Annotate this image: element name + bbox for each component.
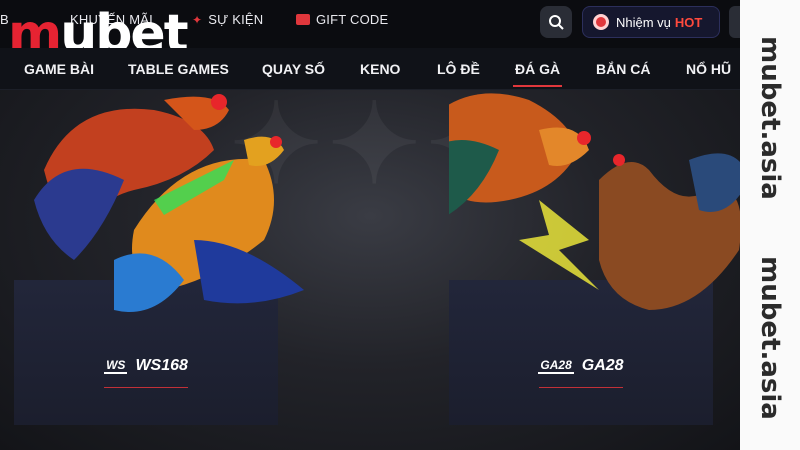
- target-icon: [593, 14, 609, 30]
- hot-badge: HOT: [674, 14, 703, 30]
- brand-underline: [104, 387, 188, 388]
- provider-name-ga28: GA28: [581, 357, 624, 374]
- top-link-events[interactable]: ✦ SỰ KIỆN: [192, 12, 263, 27]
- search-icon: [549, 15, 564, 30]
- provider-brand-ws168: WS WS168: [14, 357, 278, 375]
- brand-underline: [539, 387, 623, 388]
- rooster-illustration: [449, 93, 740, 310]
- nav-no-hu[interactable]: NỔ HŨ: [686, 61, 731, 77]
- star-icon: ✦: [192, 12, 203, 27]
- nav-lo-de[interactable]: LÔ ĐỀ: [437, 61, 480, 77]
- nav-quay-so[interactable]: QUAY SỐ: [262, 61, 325, 77]
- rooster-illustration: [34, 94, 304, 312]
- watermark-text-top: mubet.asia: [755, 36, 785, 200]
- mission-button[interactable]: Nhiệm vụ HOT: [582, 6, 720, 38]
- nav-ban-ca[interactable]: BẮN CÁ: [596, 61, 650, 77]
- provider-card-ws168[interactable]: WS WS168: [14, 90, 304, 430]
- main-nav: GAME BÀI TABLE GAMES QUAY SỐ KENO LÔ ĐỀ …: [0, 48, 740, 90]
- gift-icon: [296, 14, 310, 25]
- search-button[interactable]: [540, 6, 572, 38]
- provider-card-ga28[interactable]: GA28 GA28: [449, 90, 740, 430]
- ws168-logo-mark: WS: [104, 358, 128, 374]
- nav-game-bai[interactable]: GAME BÀI: [24, 61, 94, 77]
- nav-da-ga[interactable]: ĐÁ GÀ: [512, 61, 563, 87]
- game-lobby: ✦✦✦ WS WS168 GA28 GA28: [0, 90, 740, 450]
- nav-keno[interactable]: KENO: [360, 61, 400, 77]
- top-link-gift-code-label: GIFT CODE: [316, 12, 389, 27]
- mission-label: Nhiệm vụ: [616, 14, 671, 30]
- provider-name-ws168: WS168: [135, 357, 188, 374]
- ga28-logo-mark: GA28: [538, 358, 574, 374]
- nav-table-games[interactable]: TABLE GAMES: [128, 61, 229, 77]
- watermark-text-bottom: mubet.asia: [755, 256, 785, 420]
- top-link-gift-code[interactable]: GIFT CODE: [296, 12, 388, 27]
- provider-brand-ga28: GA28 GA28: [449, 357, 713, 375]
- top-link-events-label: SỰ KIỆN: [208, 12, 264, 27]
